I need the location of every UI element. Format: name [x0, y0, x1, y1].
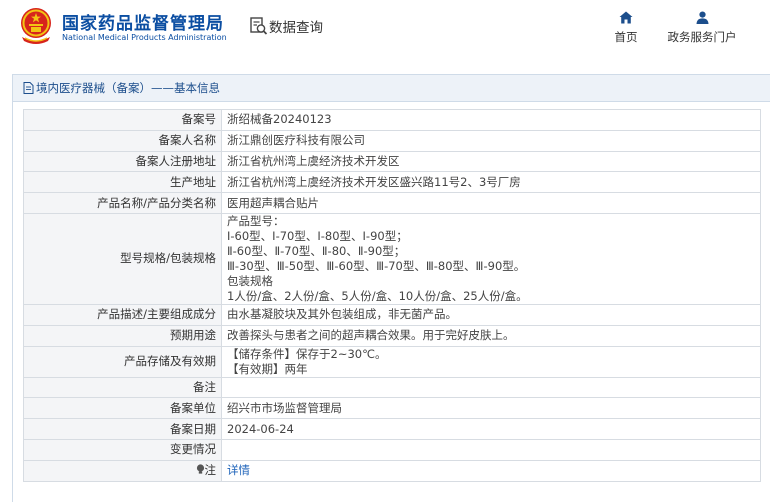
- row-label: 产品描述/主要组成成分: [23, 303, 222, 326]
- row-label: 预期用途: [23, 324, 222, 347]
- table-row: 产品名称/产品分类名称 医用超声耦合贴片: [23, 192, 761, 214]
- row-value: [221, 376, 761, 399]
- details-link[interactable]: 详情: [227, 463, 250, 477]
- row-value: 【储存条件】保存于2~30℃。 【有效期】两年: [221, 345, 761, 378]
- table-row: 产品存储及有效期 【储存条件】保存于2~30℃。 【有效期】两年: [23, 345, 761, 378]
- row-value: 绍兴市市场监督管理局: [221, 397, 761, 420]
- row-label: 产品名称/产品分类名称: [23, 192, 222, 214]
- row-value: 医用超声耦合贴片: [221, 192, 761, 214]
- storage-line: 【储存条件】保存于2~30℃。: [227, 346, 387, 361]
- table-row: 备案号 浙绍械备20240123: [23, 109, 761, 131]
- row-value: 浙江省杭州湾上虞经济技术开发区盛兴路11号2、3号厂房: [221, 171, 761, 194]
- row-value: 2024-06-24: [221, 418, 761, 440]
- national-emblem-icon: [21, 8, 51, 44]
- row-label: 产品存储及有效期: [23, 345, 222, 378]
- storage-line: 【有效期】两年: [227, 361, 308, 376]
- table-row: 备案人注册地址 浙江省杭州湾上虞经济技术开发区: [23, 150, 761, 173]
- nav-home-label: 首页: [614, 30, 638, 44]
- nav-home[interactable]: 首页: [612, 11, 640, 45]
- panel-title: 境内医疗器械（备案）——基本信息: [13, 75, 770, 102]
- row-label-note: 注: [23, 459, 222, 482]
- table-row: 变更情况: [23, 438, 761, 461]
- row-label: 注: [204, 463, 217, 478]
- table-row: 备案单位 绍兴市市场监督管理局: [23, 397, 761, 420]
- home-icon: [619, 11, 633, 24]
- bulb-icon: [196, 464, 204, 474]
- document-icon: [23, 82, 34, 94]
- site-header: 国家药品监督管理局 National Medical Products Admi…: [0, 0, 770, 56]
- table-row: 备案人名称 浙江鼎创医疗科技有限公司: [23, 129, 761, 152]
- user-icon: [696, 11, 708, 24]
- spec-line: Ⅰ-60型、Ⅰ-70型、Ⅰ-80型、Ⅰ-90型；: [227, 228, 408, 243]
- row-value: 浙江省杭州湾上虞经济技术开发区: [221, 150, 761, 173]
- search-document-icon[interactable]: [248, 16, 268, 36]
- table-row: 生产地址 浙江省杭州湾上虞经济技术开发区盛兴路11号2、3号厂房: [23, 171, 761, 194]
- spec-line: 产品型号：: [227, 213, 285, 228]
- spec-line: Ⅱ-60型、Ⅱ-70型、Ⅱ-80、Ⅱ-90型；: [227, 243, 406, 258]
- row-label: 备案单位: [23, 397, 222, 420]
- nav-service-portal[interactable]: 政务服务门户: [664, 11, 740, 45]
- table-row: 注 详情: [23, 459, 761, 482]
- row-value: 详情: [221, 459, 761, 482]
- nav-portal-label: 政务服务门户: [667, 30, 737, 44]
- row-label: 备案人名称: [23, 129, 222, 152]
- row-label: 型号规格/包装规格: [23, 212, 222, 305]
- row-label: 备注: [23, 376, 222, 399]
- row-value: 产品型号： Ⅰ-60型、Ⅰ-70型、Ⅰ-80型、Ⅰ-90型； Ⅱ-60型、Ⅱ-7…: [221, 212, 761, 305]
- table-row: 备注: [23, 376, 761, 399]
- site-title-cn[interactable]: 国家药品监督管理局: [62, 9, 224, 34]
- row-value: 浙绍械备20240123: [221, 109, 761, 131]
- row-label: 变更情况: [23, 438, 222, 461]
- table-row: 备案日期 2024-06-24: [23, 418, 761, 440]
- site-title-en[interactable]: National Medical Products Administration: [62, 33, 227, 42]
- detail-panel: 境内医疗器械（备案）——基本信息 备案号 浙绍械备20240123 备案人名称 …: [12, 74, 770, 502]
- row-label: 备案号: [23, 109, 222, 131]
- row-label: 生产地址: [23, 171, 222, 194]
- row-label: 备案日期: [23, 418, 222, 440]
- table-row: 预期用途 改善探头与患者之间的超声耦合效果。用于完好皮肤上。: [23, 324, 761, 347]
- table-row: 产品描述/主要组成成分 由水基凝胶块及其外包装组成，非无菌产品。: [23, 303, 761, 326]
- row-label: 备案人注册地址: [23, 150, 222, 173]
- spec-line: Ⅲ-30型、Ⅲ-50型、Ⅲ-60型、Ⅲ-70型、Ⅲ-80型、Ⅲ-90型。: [227, 258, 526, 273]
- panel-title-text: 境内医疗器械（备案）——基本信息: [36, 81, 220, 95]
- record-table: 备案号 浙绍械备20240123 备案人名称 浙江鼎创医疗科技有限公司 备案人注…: [23, 109, 761, 482]
- row-value: 改善探头与患者之间的超声耦合效果。用于完好皮肤上。: [221, 324, 761, 347]
- row-value: 由水基凝胶块及其外包装组成，非无菌产品。: [221, 303, 761, 326]
- spec-line: 包装规格: [227, 273, 273, 288]
- table-row: 型号规格/包装规格 产品型号： Ⅰ-60型、Ⅰ-70型、Ⅰ-80型、Ⅰ-90型；…: [23, 212, 761, 305]
- spec-line: 1人份/盒、2人份/盒、5人份/盒、10人份/盒、25人份/盒。: [227, 288, 528, 303]
- data-query-link[interactable]: 数据查询: [269, 16, 323, 36]
- row-value: [221, 438, 761, 461]
- row-value: 浙江鼎创医疗科技有限公司: [221, 129, 761, 152]
